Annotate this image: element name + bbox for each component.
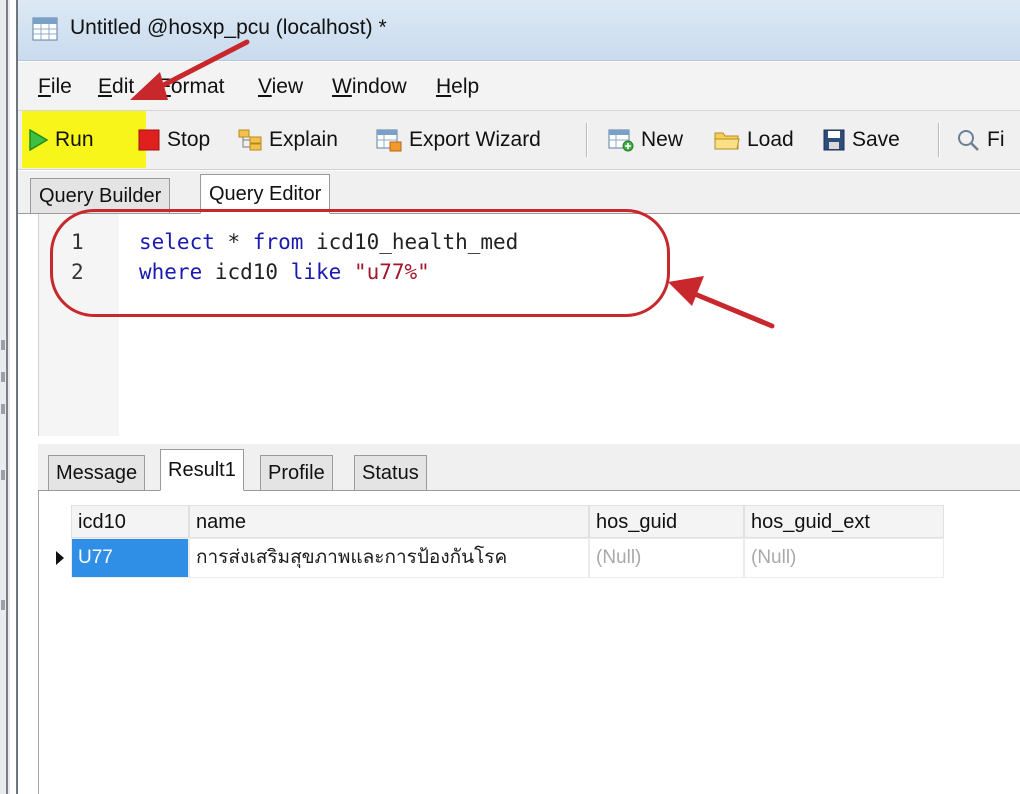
column-header-hos-guid-ext[interactable]: hos_guid_ext bbox=[744, 505, 944, 538]
find-button[interactable]: Fi bbox=[956, 126, 1005, 154]
result-tab-strip: Message Result1 Profile Status bbox=[38, 444, 1020, 491]
load-button[interactable]: Load bbox=[714, 126, 794, 154]
editor-tab-strip: Query Builder Query Editor bbox=[18, 171, 1020, 214]
menu-bar: File Edit Format View Window Help bbox=[18, 62, 1020, 111]
menu-file[interactable]: File bbox=[38, 75, 72, 99]
column-header-hos-guid[interactable]: hos_guid bbox=[589, 505, 744, 538]
explain-button[interactable]: Explain bbox=[238, 126, 338, 154]
new-query-icon bbox=[608, 129, 634, 152]
tab-query-editor[interactable]: Query Editor bbox=[200, 174, 331, 214]
export-wizard-icon bbox=[376, 129, 402, 152]
tab-status[interactable]: Status bbox=[354, 455, 427, 491]
play-icon bbox=[29, 129, 48, 151]
menu-view[interactable]: View bbox=[258, 75, 303, 99]
current-row-indicator-icon bbox=[49, 538, 71, 578]
explain-icon bbox=[238, 129, 262, 151]
menu-window[interactable]: Window bbox=[332, 75, 407, 99]
new-query-button[interactable]: New bbox=[608, 126, 683, 154]
table-cell[interactable]: การส่งเสริมสุขภาพและการป้องกันโรค bbox=[189, 538, 589, 578]
background-window-edge bbox=[0, 0, 10, 794]
export-wizard-button[interactable]: Export Wizard bbox=[376, 126, 541, 154]
run-button[interactable]: Run bbox=[28, 126, 94, 154]
toolbar: Run Stop Explain Export Wizard New Load … bbox=[18, 111, 1020, 170]
table-cell[interactable]: (Null) bbox=[744, 538, 944, 578]
tab-message[interactable]: Message bbox=[48, 455, 146, 491]
query-table-icon bbox=[32, 17, 58, 41]
menu-edit[interactable]: Edit bbox=[98, 75, 134, 99]
magnifier-icon bbox=[958, 130, 979, 151]
table-cell[interactable]: (Null) bbox=[589, 538, 744, 578]
title-bar: Untitled @hosxp_pcu (localhost) * bbox=[18, 0, 1020, 61]
menu-help[interactable]: Help bbox=[436, 75, 479, 99]
navicat-query-window: Untitled @hosxp_pcu (localhost) * File E… bbox=[16, 0, 1020, 794]
result-grid: icd10 name hos_guid hos_guid_ext U77 การ… bbox=[38, 491, 1020, 794]
menu-format[interactable]: Format bbox=[158, 75, 225, 99]
table-cell[interactable]: U77 bbox=[71, 538, 189, 578]
stop-icon bbox=[138, 129, 160, 151]
annotation-ellipse bbox=[50, 209, 670, 317]
floppy-disk-icon bbox=[823, 129, 845, 151]
save-button[interactable]: Save bbox=[823, 126, 900, 154]
tab-profile[interactable]: Profile bbox=[260, 455, 333, 491]
column-header-icd10[interactable]: icd10 bbox=[71, 505, 189, 538]
tab-result1[interactable]: Result1 bbox=[160, 449, 244, 491]
column-header-name[interactable]: name bbox=[189, 505, 589, 538]
stop-button[interactable]: Stop bbox=[138, 126, 210, 154]
folder-icon bbox=[714, 132, 740, 150]
window-title: Untitled @hosxp_pcu (localhost) * bbox=[70, 16, 387, 39]
